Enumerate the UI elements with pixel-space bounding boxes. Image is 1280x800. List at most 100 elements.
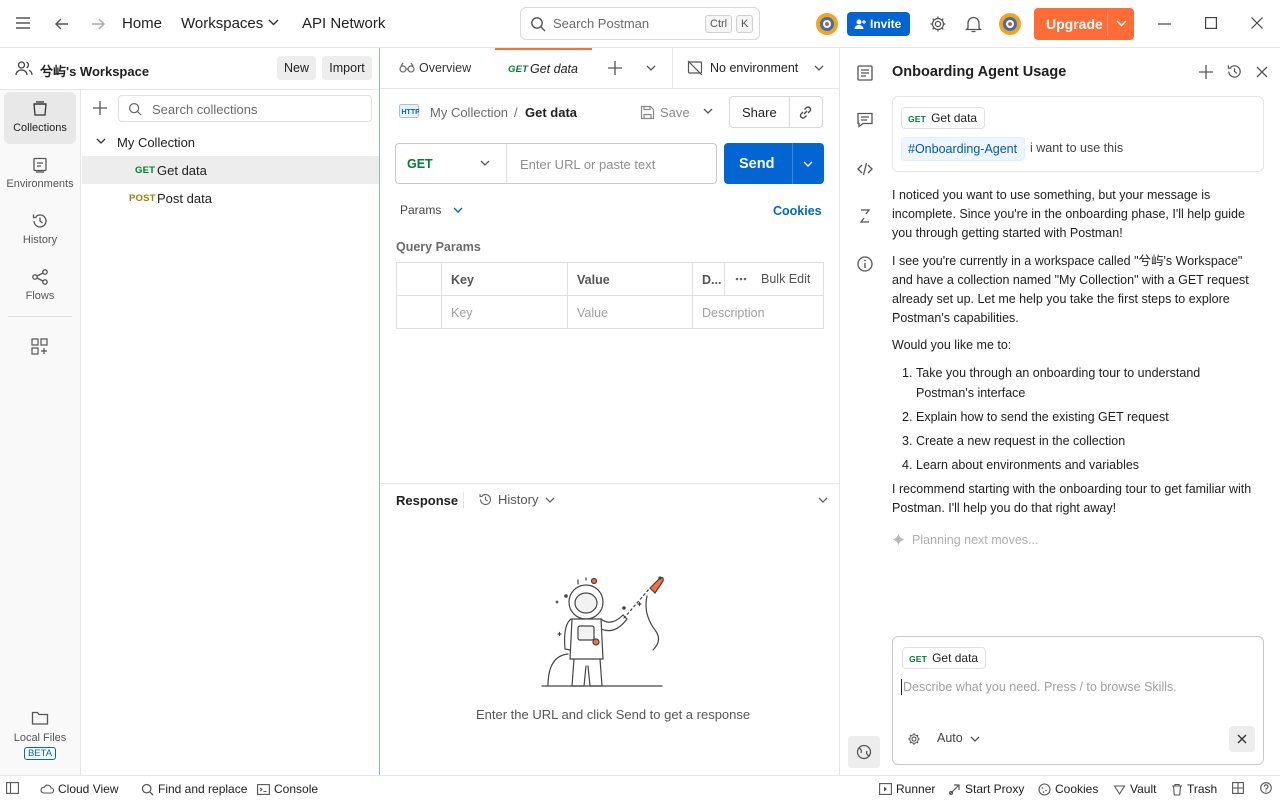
cookies-link[interactable]: Cookies [773, 204, 822, 218]
related-collections-icon[interactable] [856, 207, 874, 225]
method-selector[interactable]: GET [396, 144, 507, 183]
environment-selector[interactable]: No environment [673, 48, 839, 88]
cloud-view-button[interactable]: Cloud View [40, 782, 118, 796]
mode-selector[interactable]: Auto [937, 730, 987, 748]
notifications-bell-icon[interactable] [965, 15, 982, 33]
query-params-table: Key Value D... Bulk Edit Key Value Descr… [396, 262, 824, 329]
toggle-sidebar-icon[interactable] [6, 782, 19, 794]
stop-generation-button[interactable] [1229, 726, 1255, 752]
start-proxy-button[interactable]: Start Proxy [948, 782, 1024, 796]
cookies-button[interactable]: Cookies [1038, 782, 1098, 796]
send-options-chevron-icon[interactable] [803, 161, 813, 168]
search-collections-input[interactable]: Search collections [118, 95, 372, 122]
share-button[interactable]: Share [742, 105, 777, 120]
search-collections-placeholder: Search collections [152, 102, 258, 117]
composer-settings-icon[interactable] [907, 732, 921, 746]
nav-api-network[interactable]: API Network [302, 15, 385, 32]
workspaces-chevron-icon[interactable] [268, 19, 279, 27]
send-button[interactable]: Send [724, 143, 824, 184]
comments-icon[interactable] [856, 111, 874, 129]
more-options-icon[interactable] [735, 277, 747, 281]
search-postman[interactable]: Search Postman Ctrl K [520, 7, 760, 40]
request-row-post-data[interactable]: POST Post data [82, 184, 379, 212]
find-replace-button[interactable]: Find and replace [141, 782, 247, 796]
nav-home[interactable]: Home [122, 15, 162, 32]
upgrade-divider [1107, 12, 1108, 36]
upgrade-chevron-icon[interactable] [1116, 20, 1127, 28]
rail-flows[interactable]: Flows [4, 260, 76, 312]
import-button[interactable]: Import [322, 56, 372, 80]
composer-input[interactable]: Describe what you need. Press / to brows… [903, 680, 1177, 694]
code-icon[interactable] [856, 160, 874, 178]
upgrade-button[interactable]: Upgrade [1034, 8, 1134, 40]
vault-button[interactable]: Vault [1113, 782, 1156, 796]
tabs-overflow-chevron-icon[interactable] [646, 65, 656, 72]
tab-overview[interactable]: Overview [380, 48, 490, 88]
layout-grid-icon[interactable] [1232, 782, 1244, 794]
collection-row[interactable]: My Collection [82, 128, 379, 156]
nav-workspaces[interactable]: Workspaces [181, 15, 263, 32]
console-button[interactable]: Console [257, 782, 318, 796]
chip-method: GET [908, 114, 927, 124]
save-button[interactable]: Save [636, 100, 696, 126]
rail-collections[interactable]: Collections [4, 92, 76, 144]
menu-icon[interactable] [15, 16, 31, 30]
table-header-divider [397, 295, 823, 296]
help-icon[interactable] [1260, 782, 1272, 794]
runner-label: Runner [896, 782, 936, 796]
breadcrumb-collection[interactable]: My Collection [430, 105, 508, 120]
value-input[interactable]: Value [577, 306, 608, 320]
agent-chat-icon[interactable] [856, 64, 874, 82]
collapse-response-chevron-icon[interactable] [818, 497, 828, 504]
agent-mention-tag[interactable]: #Onboarding-Agent [901, 137, 1026, 161]
back-arrow-icon[interactable] [54, 16, 70, 32]
info-icon[interactable] [856, 255, 874, 273]
team-avatar[interactable] [815, 12, 839, 36]
request-row-get-data[interactable]: GET Get data [82, 156, 379, 184]
chat-history-icon[interactable] [1226, 63, 1243, 80]
new-tab-plus-icon[interactable] [608, 61, 622, 75]
description-input[interactable]: Description [702, 306, 765, 320]
params-tab[interactable]: Params [396, 202, 466, 220]
agent-composer: GET Get data Describe what you need. Pres… [892, 636, 1264, 765]
key-input[interactable]: Key [451, 306, 473, 320]
new-chat-plus-icon[interactable] [1199, 65, 1213, 79]
bulk-edit-button[interactable]: Bulk Edit [761, 272, 810, 286]
workspace-name[interactable]: 兮屿's Workspace [40, 61, 149, 80]
agent-mode-icon[interactable] [848, 736, 880, 768]
query-params-title: Query Params [396, 240, 481, 254]
runner-icon [879, 783, 892, 795]
cloud-view-label: Cloud View [58, 782, 119, 796]
rail-environments[interactable]: Environments [4, 148, 76, 200]
response-history[interactable]: History [478, 491, 558, 509]
collection-chevron-icon[interactable] [96, 138, 106, 145]
sidebar-splitter[interactable] [379, 48, 380, 775]
close-panel-icon[interactable] [1256, 66, 1268, 78]
context-chip[interactable]: GET Get data [901, 107, 986, 129]
trash-button[interactable]: Trash [1171, 782, 1217, 796]
maximize-window-icon[interactable] [1205, 17, 1217, 29]
send-label: Send [739, 156, 775, 172]
add-sidebar-item-icon[interactable] [31, 338, 48, 355]
forward-arrow-icon[interactable] [90, 16, 106, 32]
new-collection-plus-icon[interactable] [93, 101, 107, 115]
copy-link-icon[interactable] [798, 105, 813, 120]
environment-chevron-icon[interactable] [814, 65, 824, 72]
close-window-icon[interactable] [1251, 17, 1263, 29]
minimize-window-icon[interactable] [1158, 23, 1171, 25]
runner-button[interactable]: Runner [879, 782, 935, 796]
new-button[interactable]: New [277, 56, 316, 80]
settings-icon[interactable] [929, 15, 947, 33]
rail-history[interactable]: History [4, 204, 76, 256]
url-input[interactable]: Enter URL or paste text [520, 157, 655, 172]
agent-splitter[interactable] [839, 48, 840, 775]
save-options-chevron-icon[interactable] [703, 108, 713, 115]
invite-button[interactable]: Invite [847, 12, 910, 36]
breadcrumb-request[interactable]: Get data [525, 105, 577, 120]
rail-local-files[interactable]: Local Files BETA [4, 704, 76, 764]
composer-context-chip[interactable]: GET Get data [902, 647, 987, 669]
proxy-icon [948, 783, 960, 795]
request-method: POST [129, 193, 156, 204]
user-avatar[interactable] [998, 12, 1022, 36]
tab-get-data[interactable]: GET Get data [495, 48, 592, 88]
